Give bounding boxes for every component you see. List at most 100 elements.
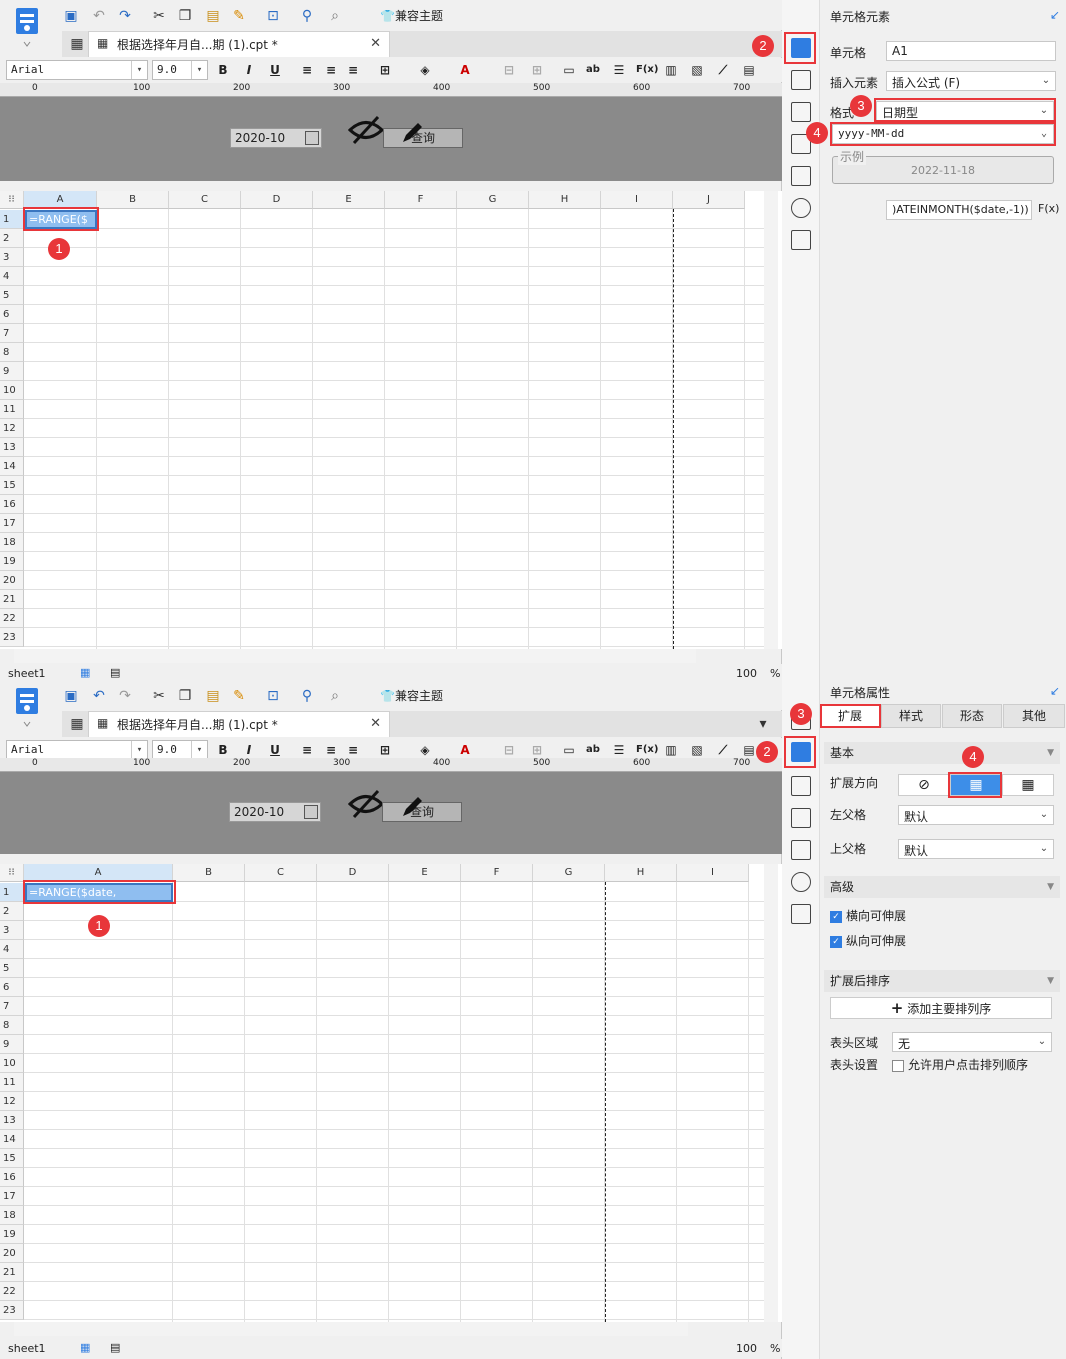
border-icon[interactable]: ⊞ [376,741,394,759]
row-header-16[interactable]: 16 [0,1168,24,1187]
horizontal-expand-icon[interactable]: ▦ [1002,774,1054,796]
edit-pencil-icon[interactable] [400,795,424,819]
underline-button[interactable]: U [266,61,284,79]
tab-other[interactable]: 其他 [1003,704,1065,728]
bold-button[interactable]: B [214,61,232,79]
row-header-12[interactable]: 12 [0,419,24,438]
column-header-e[interactable]: E [313,191,385,209]
chart-icon[interactable]: ▥ [662,61,680,79]
edit-pencil-icon[interactable] [400,121,424,145]
row-header-23[interactable]: 23 [0,628,24,647]
row-header-10[interactable]: 10 [0,1054,24,1073]
row-header-17[interactable]: 17 [0,514,24,533]
format-painter-icon[interactable]: ✎ [230,687,248,705]
row-header-9[interactable]: 9 [0,362,24,381]
import-icon[interactable] [791,904,811,924]
image-icon[interactable]: ▧ [688,741,706,759]
font-color-icon[interactable]: A [456,61,474,79]
fill-color-icon[interactable]: ◈ [416,61,434,79]
add-sheet-icon[interactable]: ▦ [80,1341,90,1354]
row-header-15[interactable]: 15 [0,1149,24,1168]
column-header-c[interactable]: C [245,864,317,882]
row-header-2[interactable]: 2 [0,229,24,248]
row-header-7[interactable]: 7 [0,997,24,1016]
row-header-20[interactable]: 20 [0,1244,24,1263]
close-tab-icon[interactable]: ✕ [370,716,381,731]
horizontal-expand-checkbox[interactable]: ✓ 横向可伸展 [830,907,906,924]
paste-icon[interactable]: ▤ [204,687,222,705]
align-center-icon[interactable]: ≡ [322,741,340,759]
bold-button[interactable]: B [214,741,232,759]
search-icon[interactable]: ⌕ [326,687,344,705]
tab-style[interactable]: 样式 [881,704,941,728]
align-center-icon[interactable]: ≡ [322,61,340,79]
column-header-b[interactable]: B [173,864,245,882]
paragraph-icon[interactable]: ☰ [610,741,628,759]
app-logo-icon[interactable] [14,6,40,48]
save-icon[interactable]: ▣ [62,7,80,25]
section-advanced[interactable]: 高级 ▼ [824,876,1060,898]
unmerge-icon[interactable]: ⊞ [528,741,546,759]
corner-select-all[interactable]: ⁝⁝ [0,191,24,209]
chart-icon[interactable]: ▥ [662,741,680,759]
row-header-13[interactable]: 13 [0,1111,24,1130]
grid-tab-icon[interactable]: ▦ [68,715,86,733]
import-icon[interactable] [791,230,811,250]
formula-icon[interactable]: F(x) [636,61,658,79]
row-header-10[interactable]: 10 [0,381,24,400]
unmerge-icon[interactable]: ⊞ [528,61,546,79]
header-area-select[interactable]: 无 ⌄ [892,1032,1052,1052]
sheet-tab[interactable]: sheet1 [8,1342,46,1355]
row-header-17[interactable]: 17 [0,1187,24,1206]
search-icon[interactable]: ⌕ [326,7,344,25]
row-header-5[interactable]: 5 [0,286,24,305]
undo-icon[interactable]: ↶ [90,7,108,25]
section-sort[interactable]: 扩展后排序 ▼ [824,970,1060,992]
row-header-23[interactable]: 23 [0,1301,24,1320]
image-icon[interactable]: ▧ [688,61,706,79]
slash-icon[interactable]: ⟋ [714,61,732,79]
font-family-select[interactable]: Arial ▾ [6,740,148,760]
copy-icon[interactable]: ❐ [176,7,194,25]
vertical-expand-checkbox[interactable]: ✓ 纵向可伸展 [830,932,906,949]
column-header-c[interactable]: C [169,191,241,209]
link-icon[interactable] [791,198,811,218]
compat-theme-button[interactable]: 👕兼容主题 [380,687,443,704]
condition-icon[interactable] [791,808,811,828]
app-logo-icon[interactable] [14,686,40,728]
slash-icon[interactable]: ⟋ [714,741,732,759]
row-header-2[interactable]: 2 [0,902,24,921]
cell-attribute-icon[interactable] [791,70,811,90]
add-sheet2-icon[interactable]: ▤ [110,666,120,679]
left-parent-select[interactable]: 默认 ⌄ [898,805,1054,825]
formula-input[interactable]: )ATEINMONTH($date,-1)) [886,200,1032,220]
row-header-18[interactable]: 18 [0,1206,24,1225]
grid-tab-icon[interactable]: ▦ [68,35,86,53]
column-header-g[interactable]: G [533,864,605,882]
corner-select-all[interactable]: ⁝⁝ [0,864,24,882]
add-sheet2-icon[interactable]: ▤ [110,1341,120,1354]
row-header-3[interactable]: 3 [0,921,24,940]
row-header-21[interactable]: 21 [0,590,24,609]
row-header-22[interactable]: 22 [0,1282,24,1301]
formula-editor-icon[interactable]: F(x) [1038,202,1059,215]
top-parent-select[interactable]: 默认 ⌄ [898,839,1054,859]
vertical-scrollbar[interactable] [764,191,778,649]
text-field-icon[interactable]: ▭ [560,61,578,79]
formula-icon[interactable]: F(x) [636,741,658,759]
row-header-11[interactable]: 11 [0,400,24,419]
row-header-4[interactable]: 4 [0,267,24,286]
row-header-14[interactable]: 14 [0,457,24,476]
row-header-8[interactable]: 8 [0,1016,24,1035]
column-header-f[interactable]: F [385,191,457,209]
text-ab-icon[interactable]: ab [584,741,602,759]
row-header-16[interactable]: 16 [0,495,24,514]
italic-button[interactable]: I [240,741,258,759]
font-size-select[interactable]: 9.0 ▾ [152,740,208,760]
font-family-select[interactable]: Arial ▾ [6,60,148,80]
row-header-7[interactable]: 7 [0,324,24,343]
fill-color-icon[interactable]: ◈ [416,741,434,759]
save-icon[interactable]: ▣ [62,687,80,705]
section-basic[interactable]: 基本 ▼ [824,742,1060,764]
row-header-20[interactable]: 20 [0,571,24,590]
